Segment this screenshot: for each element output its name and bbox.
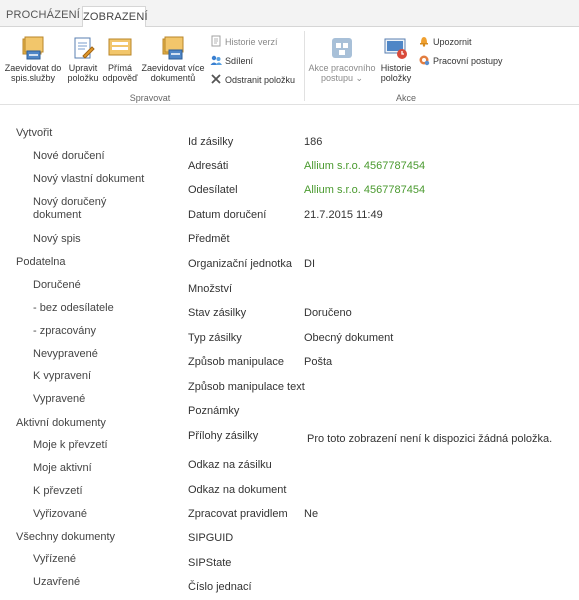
group-label-manage: Spravovat	[129, 93, 171, 103]
prop-value-process-by-rule: Ne	[304, 508, 319, 520]
prop-label-shipment-id: Id zásilky	[188, 136, 234, 148]
nav-item-new-delivery[interactable]: Nové doručení	[33, 149, 105, 163]
prop-label-quantity: Množství	[188, 283, 233, 295]
share-button[interactable]: Sdílení	[210, 54, 253, 67]
nav-item-unsent[interactable]: Nevypravené	[33, 347, 98, 361]
version-history-label: Historie verzí	[225, 37, 278, 47]
prop-label-reference-number: Číslo jednací	[188, 581, 252, 593]
nav-item-settled[interactable]: Vyřízené	[33, 552, 76, 566]
nav-item-new-file[interactable]: Nový spis	[33, 232, 81, 246]
prop-note-attachments-empty: Pro toto zobrazení není k dispozici žádn…	[307, 433, 553, 445]
prop-label-shipment-link: Odkaz na zásilku	[188, 459, 272, 471]
prop-value-sender[interactable]: Allium s.r.o. 4567787454	[304, 183, 425, 197]
version-history-icon	[210, 35, 222, 47]
file-to-folder-button[interactable]: Zaevidovat do spis.služby	[2, 35, 64, 83]
file-to-folder-label-1: Zaevidovat do	[4, 63, 62, 73]
prop-label-process-by-rule: Zpracovat pravidlem	[188, 508, 288, 520]
edit-item-label-1: Upravit	[68, 63, 98, 73]
direct-answer-button[interactable]: Přímá odpověď	[101, 35, 139, 83]
edit-document-icon	[70, 35, 96, 61]
prop-label-sipguid: SIPGUID	[188, 532, 234, 544]
prop-value-org-unit: DI	[304, 258, 315, 270]
prop-label-sender: Odesílatel	[188, 184, 238, 196]
nav-item-my-active[interactable]: Moje aktivní	[33, 461, 92, 475]
delete-x-icon	[210, 73, 222, 85]
workflow-actions-label-2: postupu ⌄	[320, 73, 364, 83]
nav-item-my-to-take-over[interactable]: Moje k převzetí	[33, 438, 108, 452]
nav-item-new-own-document[interactable]: Nový vlastní dokument	[33, 172, 144, 186]
prop-value-shipment-state: Doručeno	[304, 307, 352, 319]
prop-value-recipients[interactable]: Allium s.r.o. 4567787454	[304, 159, 425, 173]
nav-item-new-delivered-document[interactable]: Nový doručený	[33, 195, 106, 209]
nav-item-in-progress[interactable]: Vyřizované	[33, 507, 87, 521]
nav-section-all-documents[interactable]: Všechny dokumenty	[16, 530, 115, 544]
prop-label-recipients: Adresáti	[188, 160, 229, 172]
workflow-actions-label-1: Akce pracovního	[308, 63, 376, 73]
nav-item-new-delivered-document-line2[interactable]: dokument	[33, 208, 81, 222]
folder-stack-icon	[20, 35, 46, 61]
prop-label-sipstate: SIPState	[188, 557, 232, 569]
workflows-small-label: Pracovní postupy	[433, 56, 503, 66]
edit-item-label-2: položku	[67, 73, 99, 83]
prop-value-shipment-type: Obecný dokument	[304, 332, 394, 344]
nav-section-create[interactable]: Vytvořit	[16, 126, 52, 140]
item-history-button[interactable]: Historie položky	[378, 35, 414, 83]
tab-browse[interactable]: PROCHÁZENÍ	[4, 5, 82, 27]
prop-label-handling-method: Způsob manipulace	[188, 356, 285, 368]
delete-item-label: Odstranit položku	[225, 75, 296, 85]
prop-label-subject: Předmět	[188, 233, 230, 245]
prop-value-shipment-id: 186	[304, 136, 323, 148]
group-label-actions: Akce	[395, 93, 416, 103]
prop-label-document-link: Odkaz na dokument	[188, 484, 287, 496]
item-history-label-1: Historie	[380, 63, 412, 73]
nav-item-closed[interactable]: Uzavřené	[33, 575, 80, 589]
ribbon: Zaevidovat do spis.služby Upravit položk…	[0, 27, 579, 105]
share-label: Sdílení	[225, 56, 254, 66]
prop-label-org-unit: Organizační jednotka	[188, 258, 292, 270]
prop-value-handling-method: Pošta	[304, 356, 333, 368]
item-history-label-2: položky	[380, 73, 412, 83]
ribbon-separator	[304, 31, 305, 101]
tab-view[interactable]: ZOBRAZENÍ	[82, 6, 148, 28]
prop-value-delivery-date: 21.7.2015 11:49	[304, 209, 383, 221]
prop-label-handling-method-text: Způsob manipulace text	[188, 381, 305, 393]
nav-item-sent[interactable]: Vypravené	[33, 392, 85, 406]
alert-me-button[interactable]: Upozornit	[418, 35, 472, 48]
nav-section-active-documents[interactable]: Aktivní dokumenty	[16, 416, 106, 430]
file-multiple-label-2: dokumentů	[150, 73, 196, 83]
workflows-small-button[interactable]: Pracovní postupy	[418, 54, 503, 67]
prop-label-notes: Poznámky	[188, 405, 240, 417]
folder-stack-multiple-icon	[160, 35, 186, 61]
prop-label-attachments: Přílohy zásilky	[188, 430, 259, 442]
prop-label-shipment-type: Typ zásilky	[188, 332, 242, 344]
prop-label-delivery-date: Datum doručení	[188, 209, 267, 221]
bell-icon	[418, 35, 430, 47]
direct-answer-label-2: odpověď	[102, 73, 138, 83]
file-to-folder-label-2: spis.služby	[10, 73, 55, 83]
ribbon-tab-bar: PROCHÁZENÍ ZOBRAZENÍ	[0, 0, 579, 28]
delete-item-button[interactable]: Odstranit položku	[210, 73, 295, 86]
answer-form-icon	[107, 35, 133, 61]
nav-item-to-take-over[interactable]: K převzetí	[33, 484, 83, 498]
nav-item-delivered[interactable]: Doručené	[33, 278, 81, 292]
share-people-icon	[210, 54, 222, 66]
workflow-gear-icon	[418, 54, 430, 66]
version-history-button[interactable]: Historie verzí	[210, 35, 278, 48]
nav-item-to-send[interactable]: K vypravení	[33, 369, 91, 383]
nav-section-registry[interactable]: Podatelna	[16, 255, 66, 269]
direct-answer-label-1: Přímá	[107, 63, 132, 73]
nav-item-without-sender[interactable]: - bez odesílatele	[33, 301, 114, 315]
prop-label-shipment-state: Stav zásilky	[188, 307, 247, 319]
file-multiple-label-1: Zaevidovat více	[141, 63, 205, 73]
workflow-actions-button[interactable]: Akce pracovního postupu ⌄	[307, 35, 377, 83]
nav-item-processed[interactable]: - zpracovány	[33, 324, 96, 338]
item-history-icon	[383, 35, 409, 61]
workflow-icon	[329, 35, 355, 61]
edit-item-button[interactable]: Upravit položku	[63, 35, 103, 83]
alert-me-label: Upozornit	[433, 37, 472, 47]
file-multiple-button[interactable]: Zaevidovat více dokumentů	[140, 35, 206, 83]
